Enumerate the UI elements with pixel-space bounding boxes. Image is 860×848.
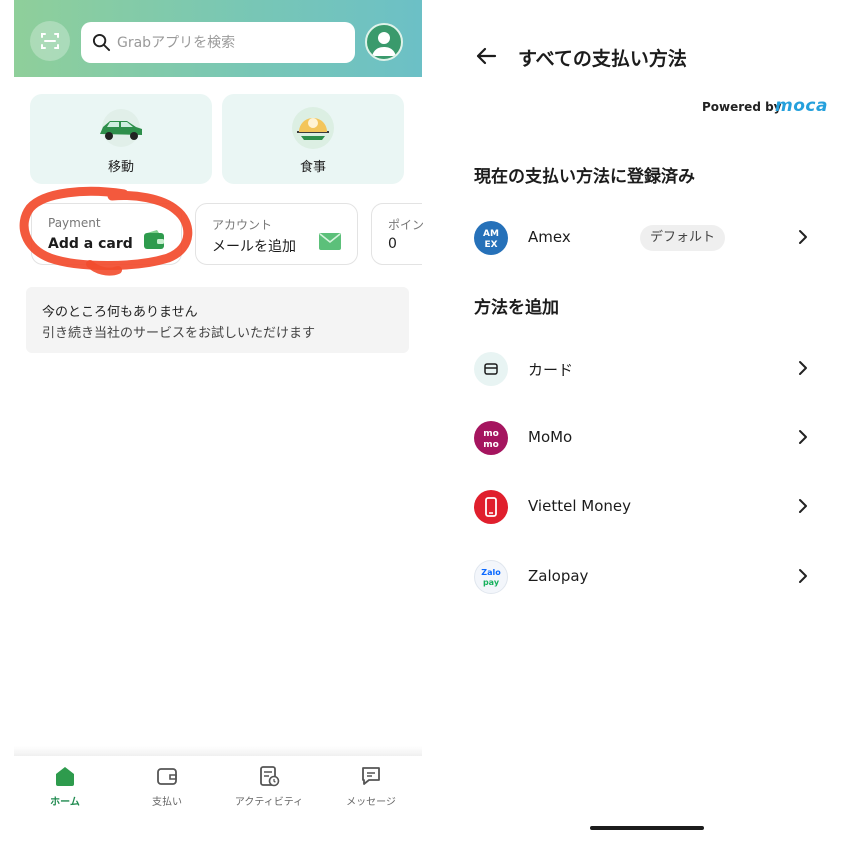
svg-text:Zalo: Zalo <box>481 568 501 577</box>
pill-value: 0 <box>388 236 397 252</box>
nav-payment[interactable]: 支払い <box>116 762 218 822</box>
add-method-viettel-money[interactable]: Viettel Money <box>474 487 814 527</box>
svg-text:AM: AM <box>483 229 499 239</box>
home-header <box>14 0 422 77</box>
svg-text:mo: mo <box>483 440 499 450</box>
bottom-nav: ホーム 支払い アクティビティ メッセージ <box>14 756 422 848</box>
page-title: すべての支払い方法 <box>518 48 687 70</box>
nav-label-payment: 支払い <box>152 797 182 808</box>
nav-label-home: ホーム <box>50 797 80 808</box>
zalopay-icon: Zalo pay <box>474 560 508 594</box>
user-icon <box>372 32 396 56</box>
current-methods-title: 現在の支払い方法に登録済み <box>474 167 695 187</box>
add-method-zalopay[interactable]: Zalo pay Zalopay <box>474 557 814 597</box>
nav-home[interactable]: ホーム <box>14 762 116 822</box>
food-icon <box>292 107 334 149</box>
chevron-right-icon <box>799 230 807 244</box>
points-pill[interactable]: ポイン 0 <box>371 203 425 265</box>
empty-state-subtitle: 引き続き当社のサービスをお試しいただけます <box>42 326 316 341</box>
card-icon <box>474 352 508 386</box>
service-label-food: 食事 <box>299 160 326 175</box>
payment-method-label: Amex <box>528 228 571 246</box>
viettel-icon <box>474 490 508 524</box>
chevron-right-icon <box>799 569 807 583</box>
default-badge: デフォルト <box>640 225 726 251</box>
add-method-card[interactable]: カード <box>474 349 814 389</box>
amex-icon: AM EX <box>474 221 508 255</box>
search-input[interactable] <box>117 22 347 63</box>
payment-method-label: MoMo <box>528 428 573 446</box>
pill-title: ポイン <box>388 218 425 232</box>
chevron-right-icon <box>799 499 807 513</box>
home-icon <box>56 767 74 786</box>
chevron-right-icon <box>799 430 807 444</box>
powered-by-text: Powered by <box>702 100 782 114</box>
service-tile-transport[interactable]: 移動 <box>30 94 212 184</box>
search-box[interactable] <box>81 22 355 63</box>
scan-icon <box>41 33 59 49</box>
svg-text:EX: EX <box>484 240 497 250</box>
pill-title: アカウント <box>212 218 273 232</box>
payment-methods-screen: すべての支払い方法 Powered by moca 現在の支払い方法に登録済み … <box>430 0 860 848</box>
moca-logo: moca <box>775 96 828 116</box>
nav-label-activity: アクティビティ <box>234 797 304 808</box>
activity-icon <box>260 766 280 787</box>
payment-method-amex[interactable]: AM EX Amex デフォルト <box>474 218 814 258</box>
service-tile-food[interactable]: 食事 <box>222 94 404 184</box>
empty-state-card: 今のところ何もありません 引き続き当社のサービスをお試しいただけます <box>26 287 409 353</box>
home-indicator <box>590 826 704 830</box>
momo-icon: mo mo <box>474 421 508 455</box>
svg-text:mo: mo <box>483 429 499 439</box>
add-method-momo[interactable]: mo mo MoMo <box>474 418 814 458</box>
chat-icon <box>362 767 380 785</box>
payment-method-label: カード <box>528 361 574 379</box>
car-icon <box>100 109 142 147</box>
pill-value: メールを追加 <box>212 239 296 255</box>
payment-method-label: Zalopay <box>528 567 589 585</box>
nav-messages[interactable]: メッセージ <box>320 762 422 822</box>
scan-button[interactable] <box>30 21 70 61</box>
nav-activity[interactable]: アクティビティ <box>218 762 320 822</box>
payment-method-label: Viettel Money <box>528 497 631 515</box>
home-screen: 移動 食事 Payment Add a card アカウント メールを追加 ポイ… <box>14 0 425 848</box>
service-label-transport: 移動 <box>107 160 134 175</box>
svg-text:pay: pay <box>483 578 500 587</box>
mail-icon <box>319 233 341 250</box>
chevron-right-icon <box>799 361 807 375</box>
nav-divider <box>14 746 422 756</box>
nav-label-messages: メッセージ <box>346 797 396 808</box>
avatar[interactable] <box>365 23 403 61</box>
add-method-title: 方法を追加 <box>474 298 559 318</box>
search-icon <box>92 33 111 52</box>
back-arrow-icon[interactable] <box>474 44 498 68</box>
wallet-icon <box>157 768 177 785</box>
highlight-scribble <box>19 186 193 276</box>
empty-state-title: 今のところ何もありません <box>42 305 198 320</box>
add-email-pill[interactable]: アカウント メールを追加 <box>195 203 358 265</box>
